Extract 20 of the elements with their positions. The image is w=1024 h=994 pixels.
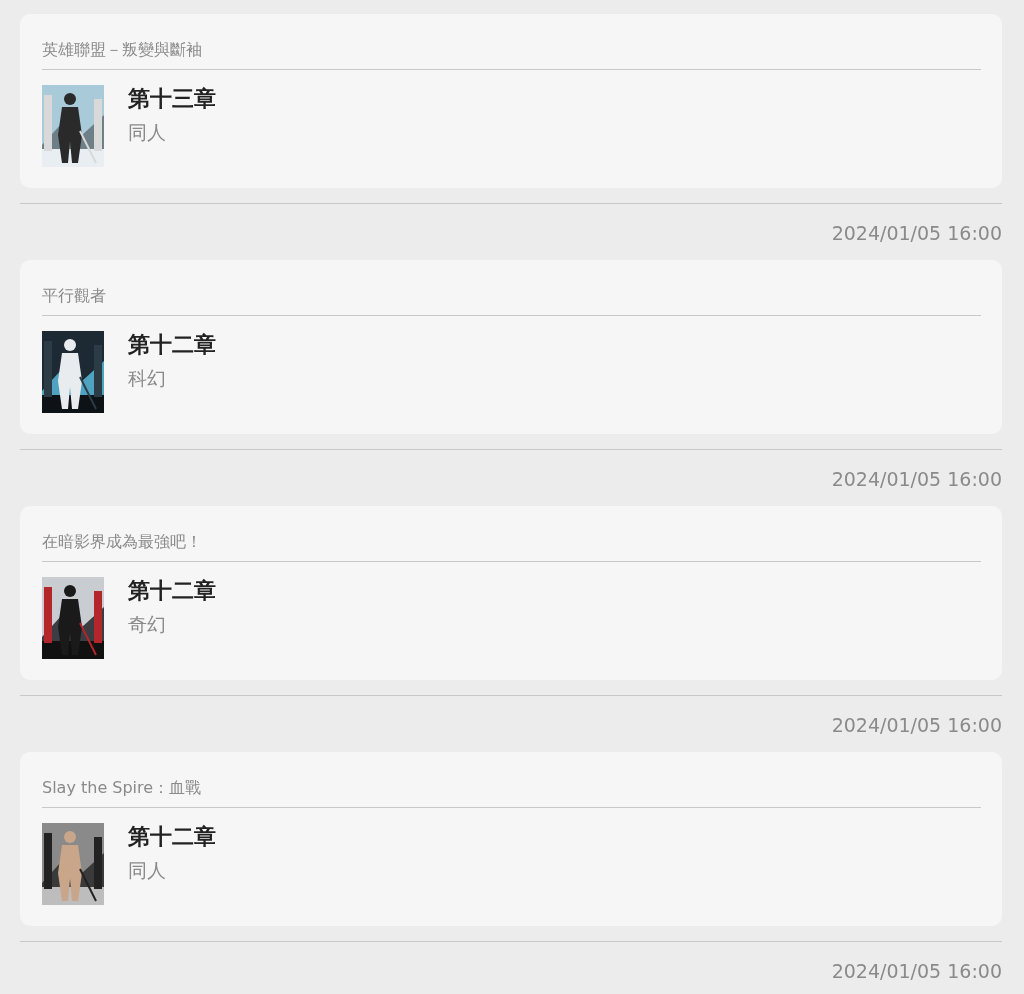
timestamp: 2024/01/05 16:00 (831, 713, 1002, 738)
genre-label: 奇幻 (128, 612, 167, 637)
book-title: 英雄聯盟－叛變與斷袖 (42, 40, 981, 70)
genre-label: 科幻 (128, 366, 167, 391)
chapter-title: 第十二章 (128, 577, 216, 605)
timestamp: 2024/01/05 16:00 (831, 467, 1002, 492)
timestamp: 2024/01/05 16:00 (831, 959, 1002, 984)
book-title: Slay the Spire：血戰 (42, 778, 981, 808)
chapter-card[interactable]: 平行觀者 第十二章 科幻 (20, 260, 1002, 434)
chapter-title: 第十三章 (128, 85, 216, 113)
chapter-card[interactable]: 英雄聯盟－叛變與斷袖 第十三章 同人 (20, 14, 1002, 188)
genre-label: 同人 (128, 120, 167, 145)
timestamp: 2024/01/05 16:00 (831, 221, 1002, 246)
book-title: 在暗影界成為最強吧！ (42, 532, 981, 562)
chapter-title: 第十二章 (128, 823, 216, 851)
chapter-title: 第十二章 (128, 331, 216, 359)
chapter-card[interactable]: 在暗影界成為最強吧！ 第十二章 奇幻 (20, 506, 1002, 680)
book-title: 平行觀者 (42, 286, 981, 316)
chapter-card[interactable]: Slay the Spire：血戰 第十二章 同人 (20, 752, 1002, 926)
genre-label: 同人 (128, 858, 167, 883)
